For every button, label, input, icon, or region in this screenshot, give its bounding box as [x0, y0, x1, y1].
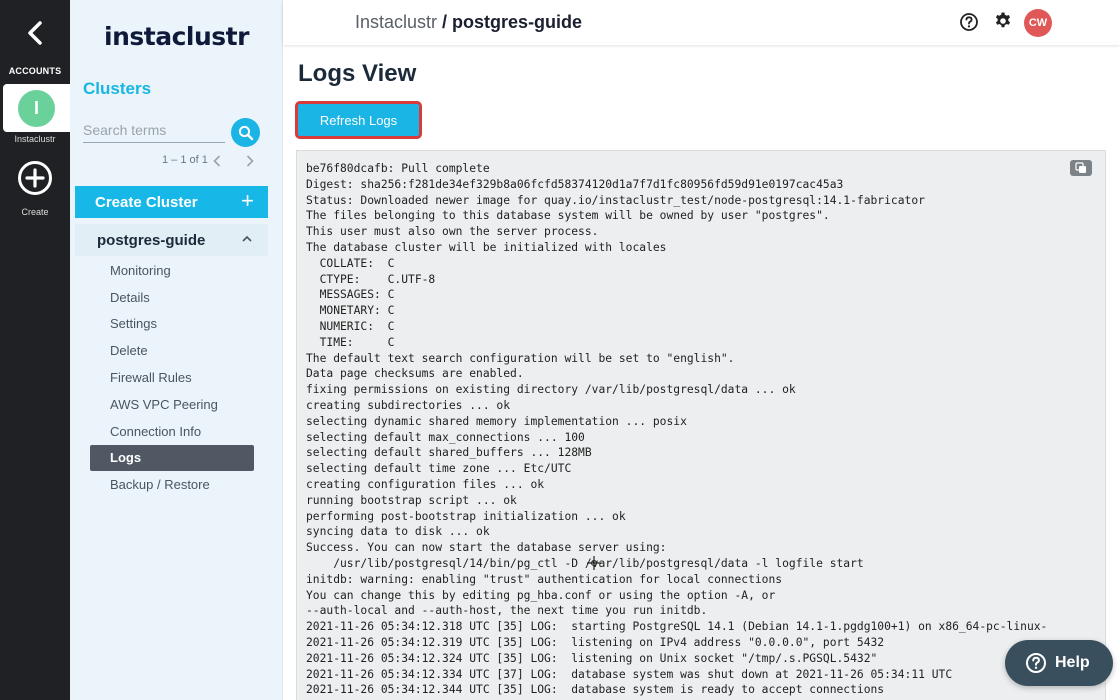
cluster-sidebar: instaclustr Clusters 1 – 1 of 1 Create C… [70, 0, 283, 700]
chevron-left-icon [213, 155, 221, 167]
plus-icon: + [241, 188, 254, 213]
refresh-logs-button[interactable]: Refresh Logs [295, 101, 422, 139]
log-text: be76f80dcafb: Pull complete Digest: sha25… [306, 161, 1047, 698]
search-input[interactable] [83, 117, 225, 143]
log-line: performing post-bootstrap initialization… [306, 509, 626, 523]
nav-backup-restore[interactable]: Backup / Restore [90, 471, 254, 498]
clusters-title: Clusters [83, 79, 152, 98]
log-line: Digest: sha256:f281de34ef329b8a06fcfd583… [306, 177, 844, 191]
crosshair-cursor-icon [587, 556, 601, 570]
log-line: MESSAGES: C [306, 288, 395, 302]
search-icon [238, 125, 253, 140]
cluster-name: postgres-guide [97, 231, 206, 249]
create-label: Create [21, 207, 49, 217]
pager-prev-button[interactable] [210, 152, 224, 170]
copy-icon [1075, 162, 1086, 173]
question-circle-icon[interactable] [959, 12, 979, 32]
account-instaclustr[interactable]: I [3, 84, 70, 132]
breadcrumb-separator: / [437, 12, 453, 32]
log-line: MONETARY: C [306, 304, 395, 318]
accounts-heading: ACCOUNTS [8, 66, 62, 76]
log-line: /usr/lib/postgresql/14/bin/pg_ctl -D /va… [306, 556, 864, 570]
breadcrumb-org[interactable]: Instaclustr [355, 12, 437, 32]
log-line: --auth-local and --auth-host, the next t… [306, 604, 708, 618]
log-line: initdb: warning: enabling "trust" authen… [306, 572, 783, 586]
log-line: syncing data to disk ... ok [306, 525, 490, 539]
create-cluster-button[interactable]: Create Cluster + [75, 186, 268, 218]
log-line: 2021-11-26 05:34:12.344 UTC [35] LOG: da… [306, 683, 885, 697]
log-line: Success. You can now start the database … [306, 541, 667, 555]
log-line: 2021-11-26 05:34:12.318 UTC [35] LOG: st… [306, 620, 1048, 634]
log-line: creating configuration files ... ok [306, 477, 545, 491]
plus-circle-icon [18, 161, 52, 195]
top-bar: Instaclustr / postgres-guide CW [283, 0, 1120, 45]
nav-firewall-rules[interactable]: Firewall Rules [90, 364, 254, 391]
question-circle-icon [1026, 653, 1046, 673]
log-line: The database cluster will be initialized… [306, 240, 667, 254]
back-button[interactable] [20, 18, 50, 48]
log-line: CTYPE: C.UTF-8 [306, 272, 436, 286]
log-line: creating subdirectories ... ok [306, 398, 511, 412]
chevron-left-icon [28, 21, 42, 45]
copy-button[interactable] [1070, 160, 1092, 176]
log-line: 2021-11-26 05:34:12.324 UTC [35] LOG: li… [306, 651, 878, 665]
create-cluster-label: Create Cluster [95, 193, 198, 211]
log-line: NUMERIC: C [306, 319, 395, 333]
refresh-logs-label: Refresh Logs [319, 112, 398, 128]
log-line: Data page checksums are enabled. [306, 367, 524, 381]
cluster-postgres-guide[interactable]: postgres-guide [75, 224, 268, 256]
nav-logs[interactable]: Logs [90, 444, 254, 472]
log-line: You can change this by editing pg_hba.co… [306, 588, 776, 602]
log-line: selecting default time zone ... Etc/UTC [306, 462, 572, 476]
log-line: selecting dynamic shared memory implemen… [306, 414, 687, 428]
log-line: COLLATE: C [306, 256, 395, 270]
log-line: be76f80dcafb: Pull complete [306, 162, 490, 175]
log-line: fixing permissions on existing directory… [306, 383, 796, 397]
log-line: 2021-11-26 05:34:12.319 UTC [35] LOG: li… [306, 635, 885, 649]
gear-icon[interactable] [993, 11, 1013, 31]
log-line: Status: Downloaded newer image for quay.… [306, 193, 925, 207]
nav-settings[interactable]: Settings [90, 311, 254, 338]
search-button[interactable] [231, 118, 260, 147]
nav-monitoring[interactable]: Monitoring [90, 257, 254, 284]
instaclustr-logo[interactable]: instaclustr [104, 22, 249, 51]
nav-aws-vpc-peering[interactable]: AWS VPC Peering [90, 391, 254, 418]
nav-connection-info[interactable]: Connection Info [90, 418, 254, 445]
log-line: This user must also own the server proce… [306, 225, 599, 239]
account-name: Instaclustr [14, 134, 56, 144]
chevron-right-icon [246, 155, 254, 167]
nav-delete[interactable]: Delete [90, 337, 254, 364]
log-line: running bootstrap script ... ok [306, 493, 517, 507]
log-line: TIME: C [306, 335, 395, 349]
log-line: 2021-11-26 05:34:12.334 UTC [37] LOG: da… [306, 667, 953, 681]
log-output[interactable]: be76f80dcafb: Pull complete Digest: sha25… [296, 150, 1106, 700]
cluster-nav: Monitoring Details Settings Delete Firew… [90, 257, 254, 498]
account-rail: ACCOUNTS I Instaclustr Create [0, 0, 70, 700]
create-account-button[interactable] [17, 160, 53, 196]
pager-text: 1 – 1 of 1 [162, 154, 208, 166]
user-avatar[interactable]: CW [1024, 9, 1052, 37]
account-avatar: I [18, 90, 55, 127]
pager-next-button[interactable] [243, 152, 257, 170]
nav-details[interactable]: Details [90, 284, 254, 311]
log-line: selecting default max_connections ... 10… [306, 430, 585, 444]
breadcrumb: Instaclustr / postgres-guide [355, 12, 582, 33]
help-label: Help [1055, 654, 1090, 671]
chevron-up-icon[interactable] [240, 232, 254, 246]
breadcrumb-cluster: postgres-guide [452, 12, 583, 32]
log-line: selecting default shared_buffers ... 128… [306, 446, 592, 460]
page-title: Logs View [298, 60, 417, 87]
log-line: The default text search configuration wi… [306, 351, 735, 365]
help-button[interactable]: Help [1005, 640, 1113, 686]
log-line: The files belonging to this database sys… [306, 209, 830, 223]
